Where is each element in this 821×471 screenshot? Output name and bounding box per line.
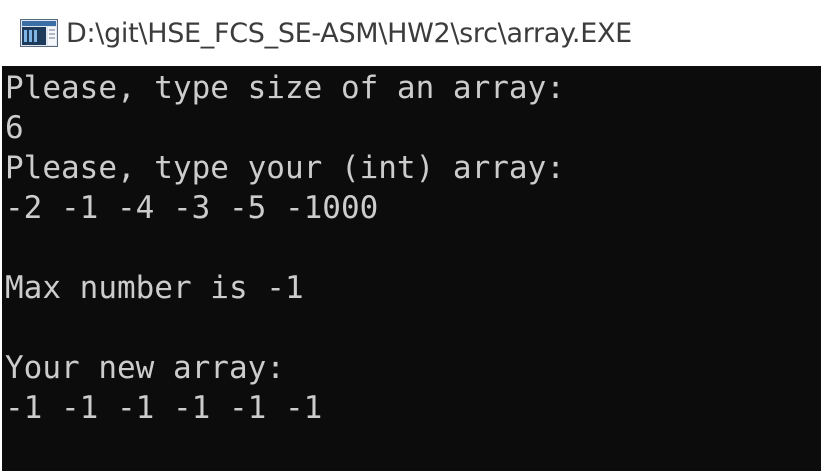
- console-line: Please, type size of an array:: [5, 70, 565, 106]
- console-line: 6: [5, 110, 24, 146]
- console-window: D:\git\HSE_FCS_SE-ASM\HW2\src\array.EXE …: [0, 0, 821, 471]
- console-line: -1 -1 -1 -1 -1 -1: [5, 390, 323, 426]
- title-bar[interactable]: D:\git\HSE_FCS_SE-ASM\HW2\src\array.EXE: [0, 0, 821, 66]
- console-line: -2 -1 -4 -3 -5 -1000: [5, 190, 379, 226]
- console-line: Your new array:: [5, 350, 285, 386]
- console-output[interactable]: Please, type size of an array: 6 Please,…: [2, 66, 821, 471]
- window-title: D:\git\HSE_FCS_SE-ASM\HW2\src\array.EXE: [66, 18, 632, 49]
- console-line: Please, type your (int) array:: [5, 150, 565, 186]
- console-line: Max number is -1: [5, 270, 304, 306]
- console-app-icon: [20, 19, 58, 47]
